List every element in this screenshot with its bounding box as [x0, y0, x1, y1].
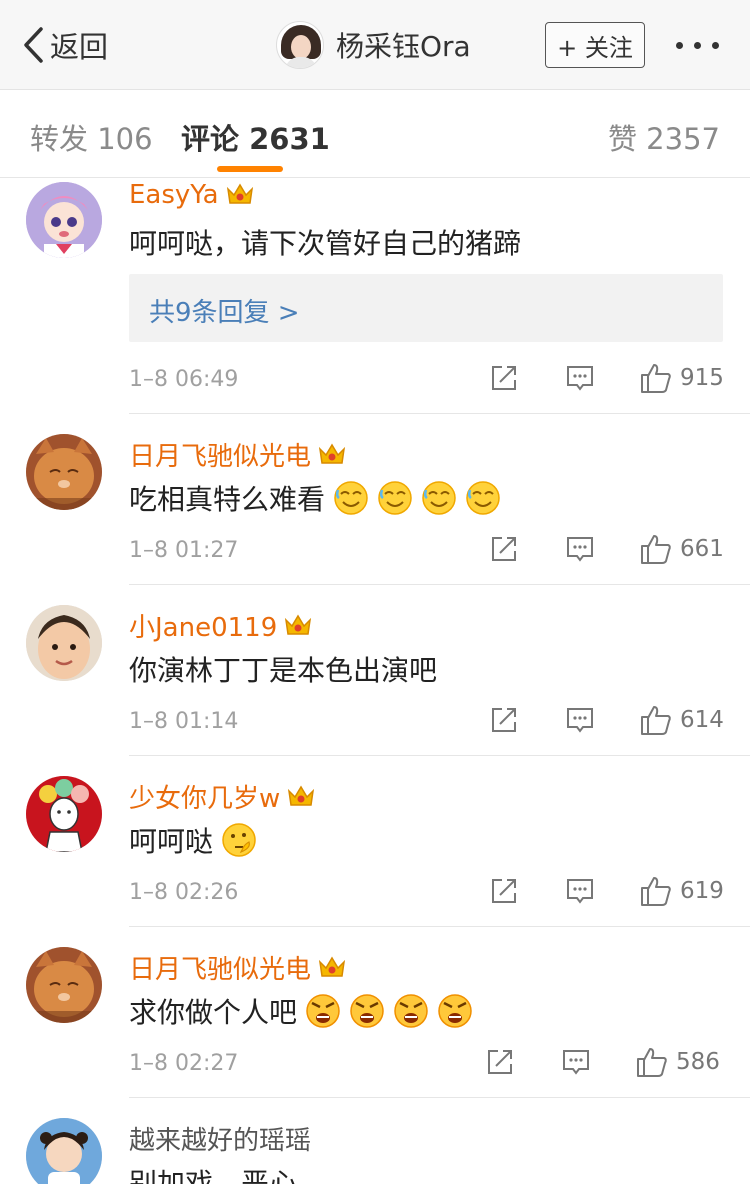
like-count: 614	[680, 707, 724, 733]
tab-comments[interactable]: 评论 2631	[181, 116, 330, 158]
username[interactable]: 小Jane0119	[129, 607, 313, 644]
reply-button[interactable]	[562, 1048, 590, 1076]
reply-button[interactable]	[566, 535, 594, 563]
reply-button[interactable]	[566, 364, 594, 392]
username[interactable]: 越来越好的瑶瑶	[129, 1120, 311, 1157]
share-icon	[492, 708, 516, 732]
vip-crown-icon	[318, 956, 346, 977]
vip-crown-icon	[288, 785, 315, 806]
comment-time: 1–8 02:27	[129, 1051, 239, 1076]
comment-time: 1–8 01:14	[129, 709, 239, 734]
comment-text: 你演林丁丁是本色出演吧	[129, 654, 438, 687]
angry-emoji	[306, 994, 340, 1028]
comment-item: 日月飞驰似光电 吃相真特么难看 1–8 01:27 661	[0, 414, 750, 585]
like-button[interactable]: 614	[640, 704, 724, 736]
sweat-laugh-emoji	[422, 481, 456, 515]
thumbs-up-icon	[641, 364, 671, 393]
comment-icon	[567, 537, 593, 562]
sweat-laugh-emoji	[466, 481, 500, 515]
back-button[interactable]: 返回	[22, 22, 108, 68]
comment-time: 1–8 02:26	[129, 880, 239, 905]
vip-crown-icon	[226, 183, 253, 204]
angry-emoji	[438, 994, 472, 1028]
avatar[interactable]	[26, 182, 102, 258]
comment-text: 求你做个人吧	[129, 991, 473, 1031]
follow-button[interactable]: + 关注	[545, 22, 645, 68]
thumbs-up-icon	[637, 1048, 667, 1077]
sweat-laugh-emoji	[334, 481, 368, 515]
comment-item: 小Jane0119 你演林丁丁是本色出演吧 1–8 01:14 614	[0, 585, 750, 756]
nav-bar: 返回 杨采钰Ora + 关注	[0, 0, 750, 90]
account-name[interactable]: 杨采钰Ora	[336, 25, 471, 65]
thinking-emoji	[222, 823, 256, 857]
share-icon	[492, 366, 516, 390]
account-header[interactable]: 杨采钰Ora	[276, 20, 471, 70]
comment-text: 别加戏，恶心	[129, 1167, 298, 1184]
like-button[interactable]: 586	[636, 1046, 720, 1078]
angry-emoji	[350, 994, 384, 1028]
back-label: 返回	[50, 30, 109, 64]
like-button[interactable]: 915	[640, 362, 724, 394]
account-avatar[interactable]	[276, 21, 324, 69]
repost-button[interactable]	[490, 706, 518, 734]
comment-item: EasyYa 呵呵哒，请下次管好自己的猪蹄 共9条回复 > 1–8 06:49 …	[0, 178, 750, 414]
comment-icon	[567, 708, 593, 733]
comment-text: 吃相真特么难看	[129, 478, 501, 518]
thumbs-up-icon	[641, 877, 671, 906]
avatar[interactable]	[26, 776, 102, 852]
vip-crown-icon	[318, 443, 346, 464]
vip-crown-icon	[285, 614, 312, 635]
comment-time: 1–8 06:49	[129, 367, 239, 392]
avatar[interactable]	[26, 434, 102, 510]
like-count: 661	[680, 536, 724, 562]
sweat-laugh-emoji	[378, 481, 412, 515]
share-icon	[492, 537, 516, 561]
comment-icon	[567, 879, 593, 904]
angry-emoji	[394, 994, 428, 1028]
reply-button[interactable]	[566, 706, 594, 734]
tab-reposts[interactable]: 转发 106	[30, 116, 153, 158]
like-button[interactable]: 661	[640, 533, 724, 565]
more-options-icon[interactable]	[676, 42, 719, 49]
comment-time: 1–8 01:27	[129, 538, 239, 563]
avatar[interactable]	[26, 1118, 102, 1184]
comment-icon	[563, 1050, 589, 1075]
username[interactable]: 日月飞驰似光电	[129, 949, 347, 986]
tab-bar: 转发 106 评论 2631 赞 2357	[0, 90, 750, 178]
username[interactable]: EasyYa	[129, 180, 255, 210]
repost-button[interactable]	[490, 364, 518, 392]
avatar[interactable]	[26, 605, 102, 681]
comment-text: 呵呵哒，请下次管好自己的猪蹄	[129, 227, 522, 260]
repost-button[interactable]	[486, 1048, 514, 1076]
like-count: 619	[680, 878, 724, 904]
replies-link[interactable]: 共9条回复 >	[129, 274, 723, 342]
comment-icon	[567, 366, 593, 391]
reply-button[interactable]	[566, 877, 594, 905]
chevron-left-icon	[24, 27, 43, 63]
username[interactable]: 少女你几岁w	[129, 778, 316, 815]
thumbs-up-icon	[641, 535, 671, 564]
like-count: 915	[680, 365, 724, 391]
tab-likes[interactable]: 赞 2357	[608, 116, 720, 158]
like-count: 586	[676, 1049, 720, 1075]
comment-text: 呵呵哒	[129, 820, 257, 860]
username[interactable]: 日月飞驰似光电	[129, 436, 347, 473]
share-icon	[492, 879, 516, 903]
active-tab-indicator	[217, 166, 283, 172]
comment-item: 越来越好的瑶瑶 别加戏，恶心	[0, 1098, 750, 1184]
repost-button[interactable]	[490, 877, 518, 905]
avatar[interactable]	[26, 947, 102, 1023]
like-button[interactable]: 619	[640, 875, 724, 907]
thumbs-up-icon	[641, 706, 671, 735]
comment-item: 日月飞驰似光电 求你做个人吧 1–8 02:27 586	[0, 927, 750, 1098]
share-icon	[488, 1050, 512, 1074]
repost-button[interactable]	[490, 535, 518, 563]
comment-item: 少女你几岁w 呵呵哒 1–8 02:26 619	[0, 756, 750, 927]
